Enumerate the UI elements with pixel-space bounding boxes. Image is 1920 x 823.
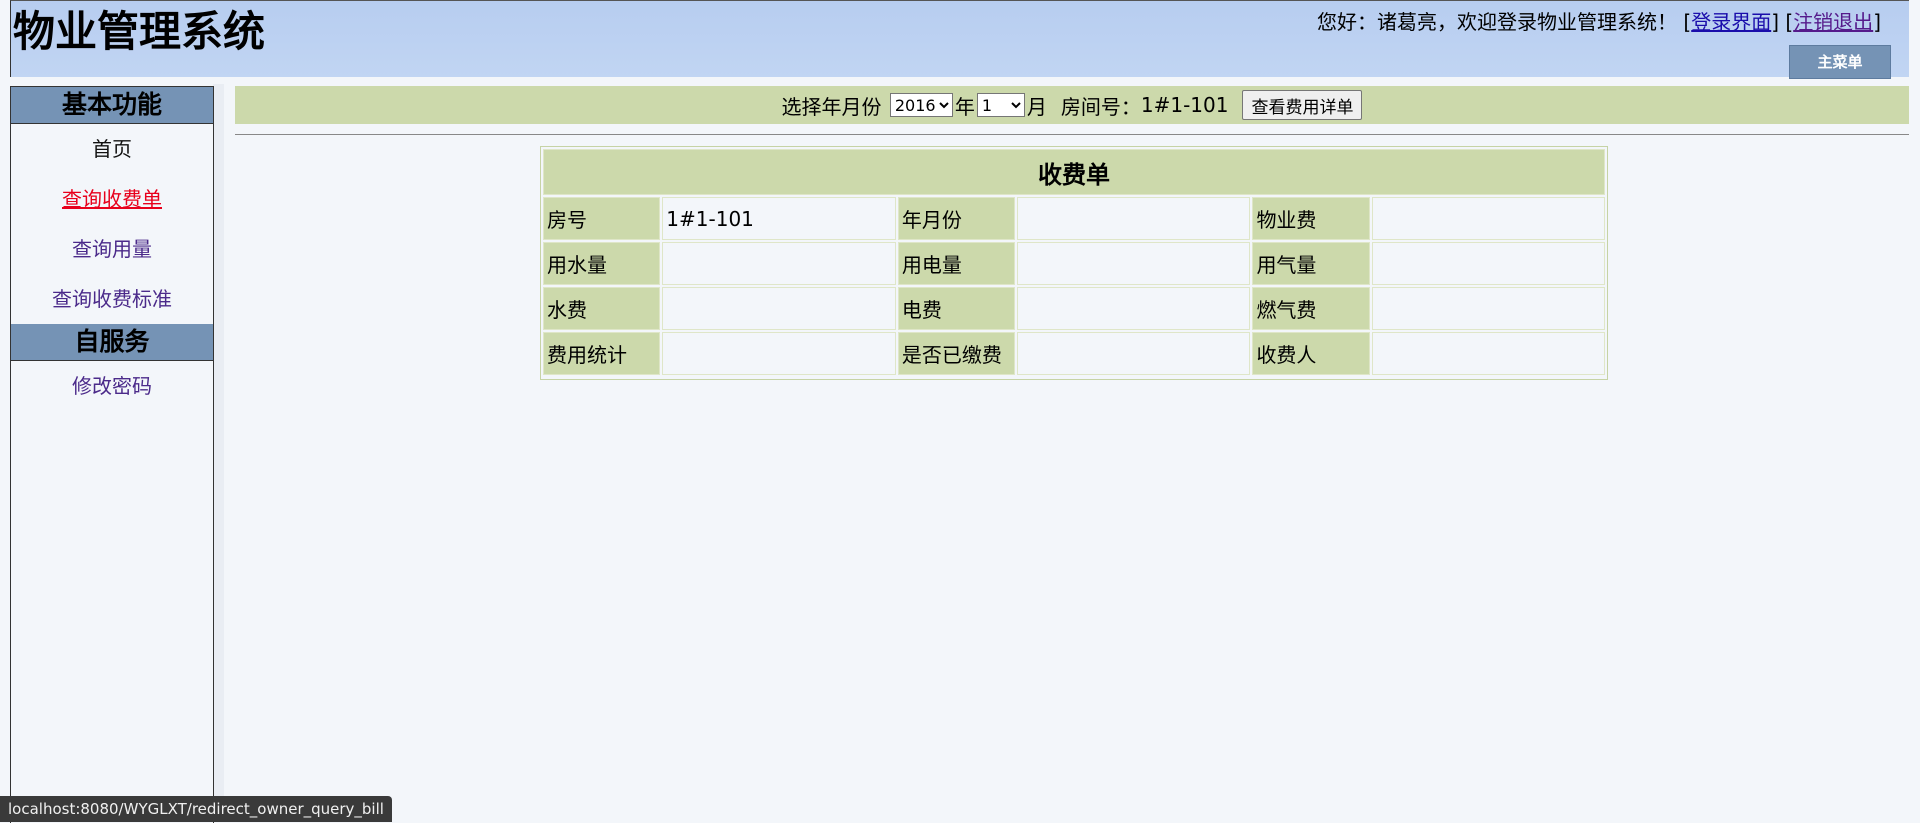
cell-value [1017,287,1251,330]
cell-value [662,242,896,285]
sidebar-item-query-bill[interactable]: 查询收费单 [11,174,213,224]
cell-label: 年月份 [897,197,1016,240]
status-bar-url: localhost:8080/WYGLXT/redirect_owner_que… [0,796,392,822]
page-header: 物业管理系统 您好：诸葛亮，欢迎登录物业管理系统！ [登录界面] [注销退出] … [10,0,1909,79]
cell-label: 费用统计 [543,332,661,375]
divider [235,134,1909,135]
cell-label: 电费 [897,287,1016,330]
cell-label: 用气量 [1252,242,1370,285]
cell-label: 是否已缴费 [897,332,1016,375]
cell-value [1371,242,1605,285]
cell-value [662,287,896,330]
cell-label: 燃气费 [1252,287,1370,330]
cell-value: 1#1-101 [662,197,896,240]
sidebar: 基本功能 首页 查询收费单 查询用量 查询收费标准 自服务 修改密码 [10,86,214,823]
cell-value [1371,287,1605,330]
table-row: 房号 1#1-101 年月份 物业费 [543,197,1605,240]
cell-label: 用电量 [897,242,1016,285]
sidebar-gutter [213,84,224,822]
cell-value [1017,242,1251,285]
sidebar-item-query-standard[interactable]: 查询收费标准 [11,274,213,324]
login-link[interactable]: 登录界面 [1691,10,1771,34]
cell-label: 房号 [543,197,661,240]
cell-value [662,332,896,375]
table-row: 费用统计 是否已缴费 收费人 [543,332,1605,375]
cell-label: 物业费 [1252,197,1370,240]
cell-value [1371,197,1605,240]
sidebar-item-home[interactable]: 首页 [11,124,213,174]
month-select[interactable]: 1 [976,93,1025,117]
logout-link[interactable]: 注销退出 [1793,10,1873,34]
app-title: 物业管理系统 [13,7,266,56]
cell-label: 用水量 [543,242,661,285]
select-month-label: 选择年月份 [781,94,882,119]
year-suffix: 年 [954,94,975,119]
cell-value [1371,332,1605,375]
sidebar-heading-basic: 基本功能 [11,87,213,124]
month-suffix: 月 [1026,94,1047,119]
view-detail-button[interactable]: 查看费用详单 [1242,90,1363,120]
main-menu-button[interactable]: 主菜单 [1789,45,1891,79]
cell-label: 收费人 [1252,332,1370,375]
cell-value [1017,197,1251,240]
sidebar-item-change-password[interactable]: 修改密码 [11,361,213,411]
table-row: 用水量 用电量 用气量 [543,242,1605,285]
greeting-bar: 您好：诸葛亮，欢迎登录物业管理系统！ [登录界面] [注销退出] [1317,10,1881,34]
cell-label: 水费 [543,287,661,330]
bill-title: 收费单 [543,149,1605,195]
room-value: 1#1-101 [1140,93,1229,117]
bill-table: 收费单 房号 1#1-101 年月份 物业费 用水量 用电量 用气量 水费 电费… [540,146,1608,380]
year-select[interactable]: 2016 [889,93,953,117]
sidebar-heading-self: 自服务 [11,324,213,361]
sidebar-item-query-usage[interactable]: 查询用量 [11,224,213,274]
bill-filter-toolbar: 选择年月份 2016 年 1 月 房间号： 1#1-101 查看费用详单 [235,86,1909,124]
cell-value [1017,332,1251,375]
greeting-text: 您好：诸葛亮，欢迎登录物业管理系统！ [1317,10,1678,34]
room-label: 房间号： [1060,94,1141,119]
table-row: 水费 电费 燃气费 [543,287,1605,330]
